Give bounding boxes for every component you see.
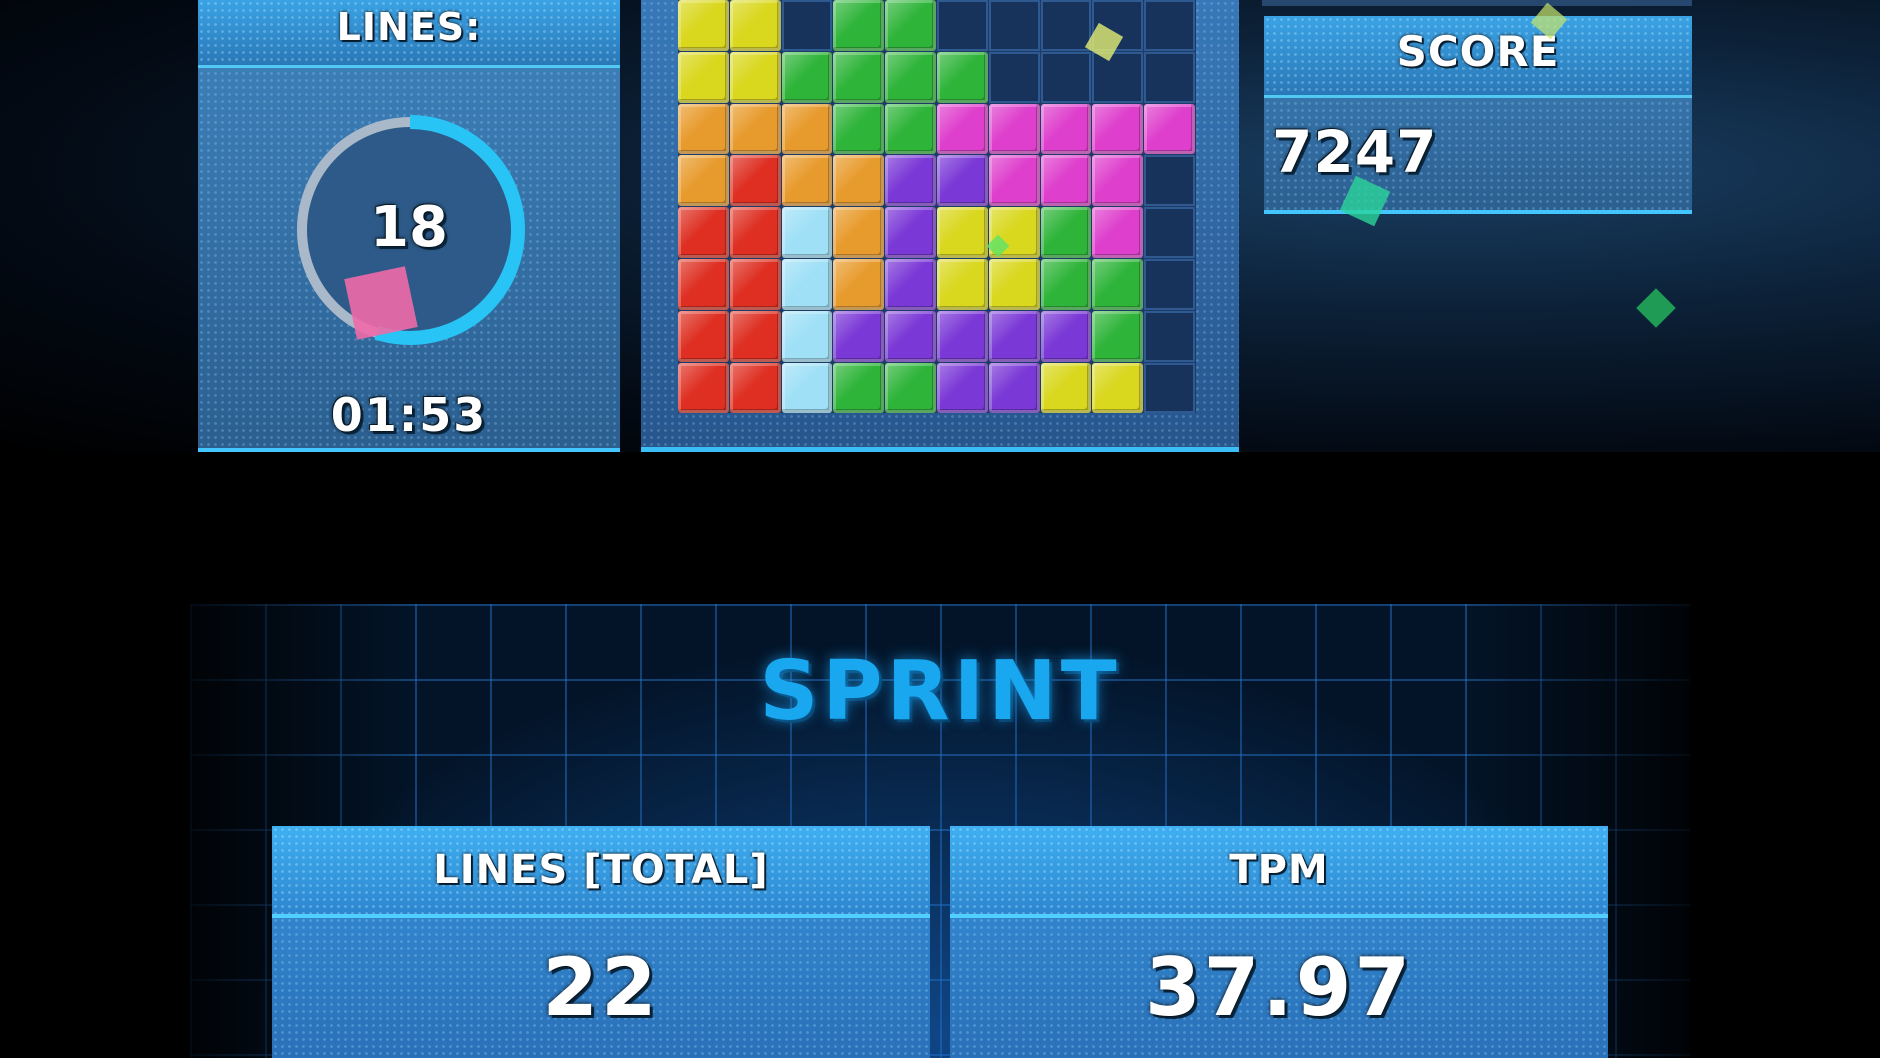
block-cell [1040,103,1092,155]
empty-cell [1144,0,1195,51]
mode-title: SPRINT [759,644,1121,739]
tpm-value: 37.97 [1144,941,1414,1034]
block-cell [885,103,936,155]
elapsed-timer: 01:53 [330,388,488,442]
block-cell [729,207,781,258]
block-cell [937,362,988,414]
block-cell [678,310,729,362]
lines-total-value: 22 [542,941,660,1034]
empty-cell [1144,155,1195,207]
block-cell [937,155,988,207]
score-label: SCORE [1264,16,1692,98]
block-cell [781,51,833,103]
lines-label: LINES: [198,0,620,68]
block-cell [833,362,885,414]
block-cell [833,310,885,362]
block-cell [781,207,833,258]
empty-cell [1144,51,1195,103]
block-cell [988,362,1040,414]
lines-total-panel: LINES [TOTAL] 22 [272,826,930,1058]
block-cell [729,259,781,310]
block-cell [937,103,988,155]
block-cell [678,207,729,258]
playfield-grid [678,0,1196,414]
block-cell [1092,259,1144,310]
block-cell [988,259,1040,310]
block-cell [885,207,936,258]
block-cell [833,103,885,155]
block-cell [1040,310,1092,362]
block-cell [1040,362,1092,414]
lines-remaining-count: 18 [370,195,448,260]
block-cell [678,0,729,51]
confetti-particle [1636,288,1676,328]
block-cell [729,362,781,414]
score-panel: SCORE 7247 [1264,16,1692,214]
block-cell [781,155,833,207]
empty-cell [1144,310,1195,362]
block-cell [678,103,729,155]
tpm-panel: TPM 37.97 [950,826,1608,1058]
block-cell [1092,207,1144,258]
empty-cell [1144,259,1195,310]
block-cell [729,103,781,155]
block-cell [729,155,781,207]
falling-piece-indicator [344,266,418,340]
block-cell [781,310,833,362]
empty-cell [1144,207,1195,258]
lines-total-label: LINES [TOTAL] [272,826,930,918]
block-cell [833,259,885,310]
block-cell [1040,207,1092,258]
block-cell [937,310,988,362]
block-cell [1144,103,1195,155]
block-cell [1092,310,1144,362]
tpm-label: TPM [950,826,1608,918]
block-cell [1040,155,1092,207]
block-cell [678,362,729,414]
block-cell [885,259,936,310]
block-cell [937,207,988,258]
empty-cell [1040,51,1092,103]
block-cell [781,259,833,310]
empty-cell [1144,362,1195,414]
block-cell [988,310,1040,362]
block-cell [729,310,781,362]
block-cell [885,310,936,362]
lines-panel: LINES: 18 01:53 [198,0,620,452]
block-cell [781,103,833,155]
block-cell [833,155,885,207]
empty-cell [937,0,988,51]
top-screen: LINES: 18 01:53 SCORE 7247 [0,0,1880,452]
block-cell [1092,362,1144,414]
bottom-screen: SPRINT LINES [TOTAL] 22 TPM 37.97 [190,604,1690,1058]
block-cell [885,51,936,103]
block-cell [937,51,988,103]
block-cell [833,51,885,103]
block-cell [885,0,936,51]
empty-cell [781,0,833,51]
next-queue-strip [1262,0,1692,6]
block-cell [678,259,729,310]
block-cell [988,103,1040,155]
block-cell [937,259,988,310]
block-cell [833,0,885,51]
block-cell [1092,103,1144,155]
block-cell [885,155,936,207]
block-cell [988,155,1040,207]
empty-cell [1092,51,1144,103]
empty-cell [1040,0,1092,51]
block-cell [885,362,936,414]
block-cell [1092,155,1144,207]
block-cell [833,207,885,258]
block-cell [678,155,729,207]
block-cell [781,362,833,414]
empty-cell [988,51,1040,103]
block-cell [729,51,781,103]
block-cell [1040,259,1092,310]
playfield-frame [641,0,1239,452]
empty-cell [988,0,1040,51]
block-cell [729,0,781,51]
block-cell [678,51,729,103]
